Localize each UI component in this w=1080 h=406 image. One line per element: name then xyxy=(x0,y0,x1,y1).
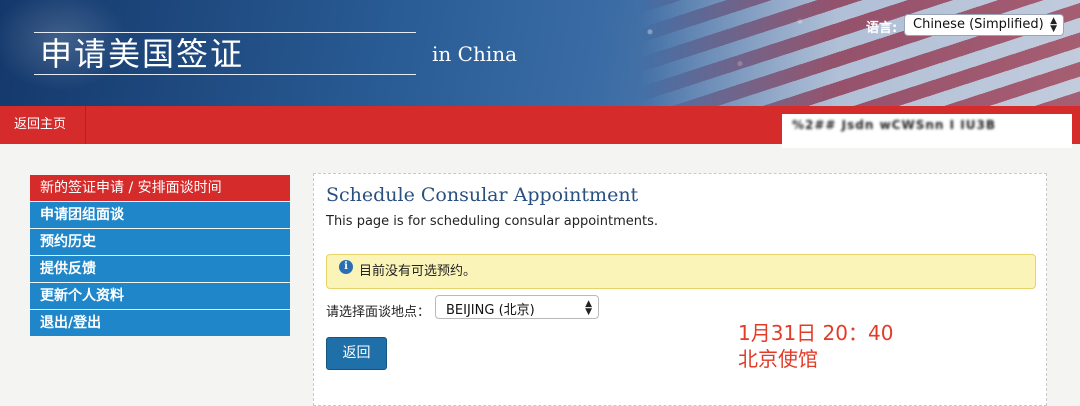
top-nav-bar: 返回主页 %2## Jsdn wCWSnn I IU3B xyxy=(0,106,1080,148)
alert-message: 目前没有可选预约。 xyxy=(359,264,477,279)
main-panel: Schedule Consular Appointment This page … xyxy=(313,173,1047,406)
site-title: 申请美国签证 xyxy=(40,35,245,73)
sidebar-item-group-interview[interactable]: 申请团组面谈 xyxy=(30,202,290,228)
sidebar-item-new-application[interactable]: 新的签证申请 / 安排面谈时间 xyxy=(30,175,290,201)
user-info: %2## Jsdn wCWSnn I IU3B xyxy=(782,114,1072,148)
location-label: 请选择面谈地点： xyxy=(326,305,431,320)
page-title: Schedule Consular Appointment xyxy=(326,184,639,206)
sidebar-item-appointment-history[interactable]: 预约历史 xyxy=(30,229,290,255)
sidebar-menu: 新的签证申请 / 安排面谈时间 申请团组面谈 预约历史 提供反馈 更新个人资料 … xyxy=(30,175,290,337)
select-arrows-icon: ▲ ▼ xyxy=(1050,16,1057,34)
language-select-value: Chinese (Simplified) xyxy=(913,17,1044,32)
title-rule xyxy=(34,74,416,75)
title-rule xyxy=(34,32,416,33)
language-select[interactable]: Chinese (Simplified) ▲ ▼ xyxy=(904,14,1064,36)
site-subtitle: in China xyxy=(432,42,518,66)
select-arrows-icon: ▲ ▼ xyxy=(585,299,592,317)
annotation-datetime: 1月31日 20：40 xyxy=(738,321,894,345)
sidebar-item-update-profile[interactable]: 更新个人资料 xyxy=(30,283,290,309)
language-label: 语言: xyxy=(866,21,898,36)
page-description: This page is for scheduling consular app… xyxy=(326,214,659,229)
location-select-value: BEIJING (北京) xyxy=(446,303,535,318)
sidebar-item-logout[interactable]: 退出/登出 xyxy=(30,310,290,336)
back-button[interactable]: 返回 xyxy=(326,337,387,370)
no-appointments-alert: i 目前没有可选预约。 xyxy=(326,254,1036,289)
sidebar-item-feedback[interactable]: 提供反馈 xyxy=(30,256,290,282)
annotation-location: 北京使馆 xyxy=(738,347,818,371)
home-link[interactable]: 返回主页 xyxy=(0,106,86,144)
handwritten-annotation: 1月31日 20：40 北京使馆 xyxy=(738,320,893,372)
user-info-redacted: %2## Jsdn wCWSnn I IU3B xyxy=(792,118,996,132)
location-select[interactable]: BEIJING (北京) ▲ ▼ xyxy=(435,295,599,319)
info-icon: i xyxy=(339,260,353,274)
header-banner: 申请美国签证 in China 语言: Chinese (Simplified)… xyxy=(0,0,1080,106)
